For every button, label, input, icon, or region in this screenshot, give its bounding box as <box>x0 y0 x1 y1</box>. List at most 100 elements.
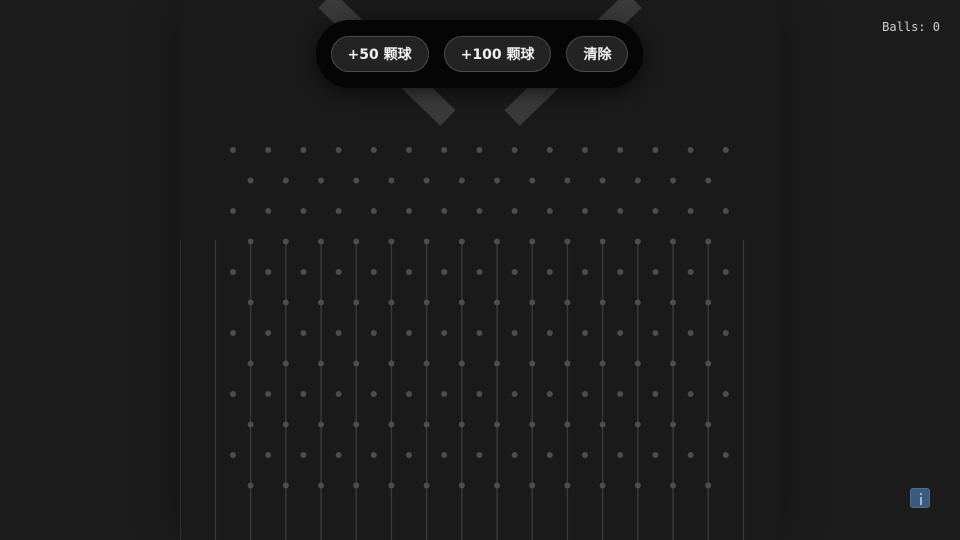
peg <box>423 299 430 306</box>
peg <box>441 391 448 397</box>
peg <box>300 452 307 458</box>
ball-counter-value: 0 <box>932 20 940 34</box>
peg <box>599 421 606 428</box>
add-50-balls-button[interactable]: +50 颗球 <box>330 36 429 72</box>
ball-counter: Balls: 0 <box>882 20 940 34</box>
peg <box>335 147 342 153</box>
add-100-balls-button[interactable]: +100 颗球 <box>443 36 552 72</box>
peg-grid <box>230 147 729 489</box>
peg <box>511 452 518 458</box>
peg <box>423 482 430 489</box>
peg <box>705 299 712 306</box>
peg <box>318 299 324 306</box>
peg <box>335 269 342 275</box>
peg <box>282 238 289 245</box>
peg <box>230 391 236 397</box>
peg <box>476 452 483 458</box>
peg <box>705 482 712 489</box>
peg <box>599 299 606 306</box>
peg <box>599 482 606 489</box>
peg <box>282 177 289 184</box>
peg <box>370 269 377 275</box>
peg <box>670 299 676 306</box>
peg <box>353 238 360 245</box>
peg <box>617 269 624 275</box>
peg <box>230 208 236 214</box>
peg <box>494 238 500 245</box>
ball-toolbar: +50 颗球 +100 颗球 清除 <box>316 20 643 88</box>
peg <box>617 330 624 336</box>
peg <box>564 299 571 306</box>
peg <box>247 177 254 184</box>
peg <box>388 299 395 306</box>
peg <box>652 147 659 153</box>
peg <box>423 421 430 428</box>
peg <box>247 299 254 306</box>
peg <box>406 391 412 397</box>
peg <box>318 482 324 489</box>
peg <box>511 208 518 214</box>
peg <box>687 269 694 275</box>
peg <box>670 360 676 367</box>
peg <box>353 421 360 428</box>
peg <box>564 360 571 367</box>
peg <box>652 208 659 214</box>
peg <box>634 238 641 245</box>
peg <box>282 299 289 306</box>
peg <box>546 147 553 153</box>
peg <box>265 208 272 214</box>
peg <box>705 177 712 184</box>
peg <box>722 147 729 153</box>
peg <box>582 269 588 275</box>
peg <box>406 452 412 458</box>
peg <box>370 391 377 397</box>
peg <box>670 177 676 184</box>
peg <box>617 452 624 458</box>
peg <box>230 269 236 275</box>
peg <box>335 330 342 336</box>
peg <box>582 147 588 153</box>
peg <box>265 330 272 336</box>
ball-counter-label: Balls: <box>882 20 926 34</box>
peg <box>546 208 553 214</box>
peg <box>476 391 483 397</box>
peg <box>318 421 324 428</box>
peg <box>247 421 254 428</box>
peg <box>353 177 360 184</box>
peg <box>458 177 465 184</box>
peg <box>458 238 465 245</box>
peg <box>705 360 712 367</box>
peg <box>476 208 483 214</box>
peg <box>406 208 412 214</box>
peg <box>529 482 536 489</box>
peg <box>511 269 518 275</box>
peg <box>423 177 430 184</box>
info-button[interactable] <box>910 488 930 508</box>
peg <box>300 269 307 275</box>
clear-button[interactable]: 清除 <box>566 36 629 72</box>
peg <box>529 177 536 184</box>
peg <box>617 391 624 397</box>
peg <box>546 452 553 458</box>
peg <box>441 147 448 153</box>
peg <box>265 391 272 397</box>
peg <box>370 330 377 336</box>
peg <box>458 421 465 428</box>
peg <box>582 208 588 214</box>
peg <box>582 452 588 458</box>
peg <box>582 330 588 336</box>
peg <box>652 330 659 336</box>
peg <box>388 177 395 184</box>
info-icon <box>920 493 922 505</box>
peg <box>441 208 448 214</box>
peg <box>318 360 324 367</box>
peg <box>722 391 729 397</box>
peg <box>370 147 377 153</box>
peg <box>564 238 571 245</box>
peg <box>353 299 360 306</box>
peg <box>687 452 694 458</box>
peg <box>722 269 729 275</box>
peg <box>687 208 694 214</box>
peg <box>634 299 641 306</box>
peg <box>564 482 571 489</box>
